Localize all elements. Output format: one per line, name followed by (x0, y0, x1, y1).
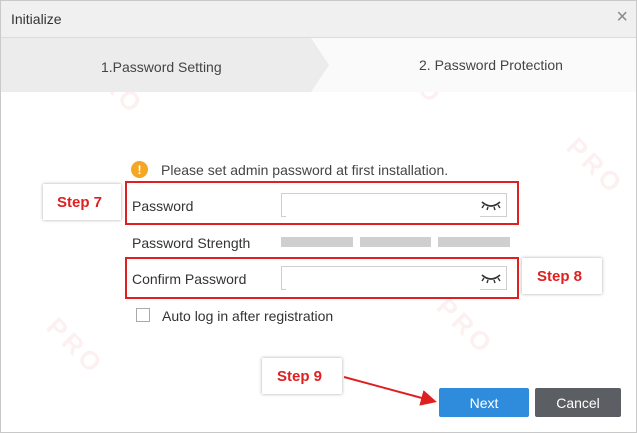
strength-bar-strong (438, 237, 510, 247)
warning-icon: ! (131, 161, 148, 178)
password-strength-label: Password Strength (132, 235, 251, 251)
auto-login-label: Auto log in after registration (162, 308, 334, 324)
cancel-button[interactable]: Cancel (535, 388, 621, 417)
initialize-dialog: PRO PRO PRO PRO PRO Initialize × 1.Passw… (0, 0, 637, 433)
next-button[interactable]: Next (439, 388, 529, 417)
step7-highlight-box (125, 181, 519, 225)
step8-label: Step 8 (537, 268, 583, 285)
watermark: PRO (40, 311, 111, 381)
title-bar: Initialize × (1, 1, 636, 38)
auto-login-checkbox[interactable] (136, 308, 150, 322)
strength-bar-medium (360, 237, 431, 247)
step7-label: Step 7 (57, 194, 103, 211)
strength-bar-weak (281, 237, 353, 247)
hint-text: Please set admin password at first insta… (161, 161, 449, 178)
watermark: PRO (560, 131, 631, 201)
close-icon[interactable]: × (616, 7, 628, 27)
step-password-protection: 2. Password Protection (419, 57, 563, 73)
step8-highlight-box (125, 257, 519, 299)
watermark: PRO (430, 291, 501, 361)
window-title: Initialize (11, 11, 62, 27)
step-indicator: 1.Password Setting 2. Password Protectio… (1, 38, 636, 92)
step-password-setting: 1.Password Setting (101, 59, 222, 75)
step9-label: Step 9 (277, 368, 323, 385)
install-hint: ! Please set admin password at first ins… (131, 161, 448, 178)
